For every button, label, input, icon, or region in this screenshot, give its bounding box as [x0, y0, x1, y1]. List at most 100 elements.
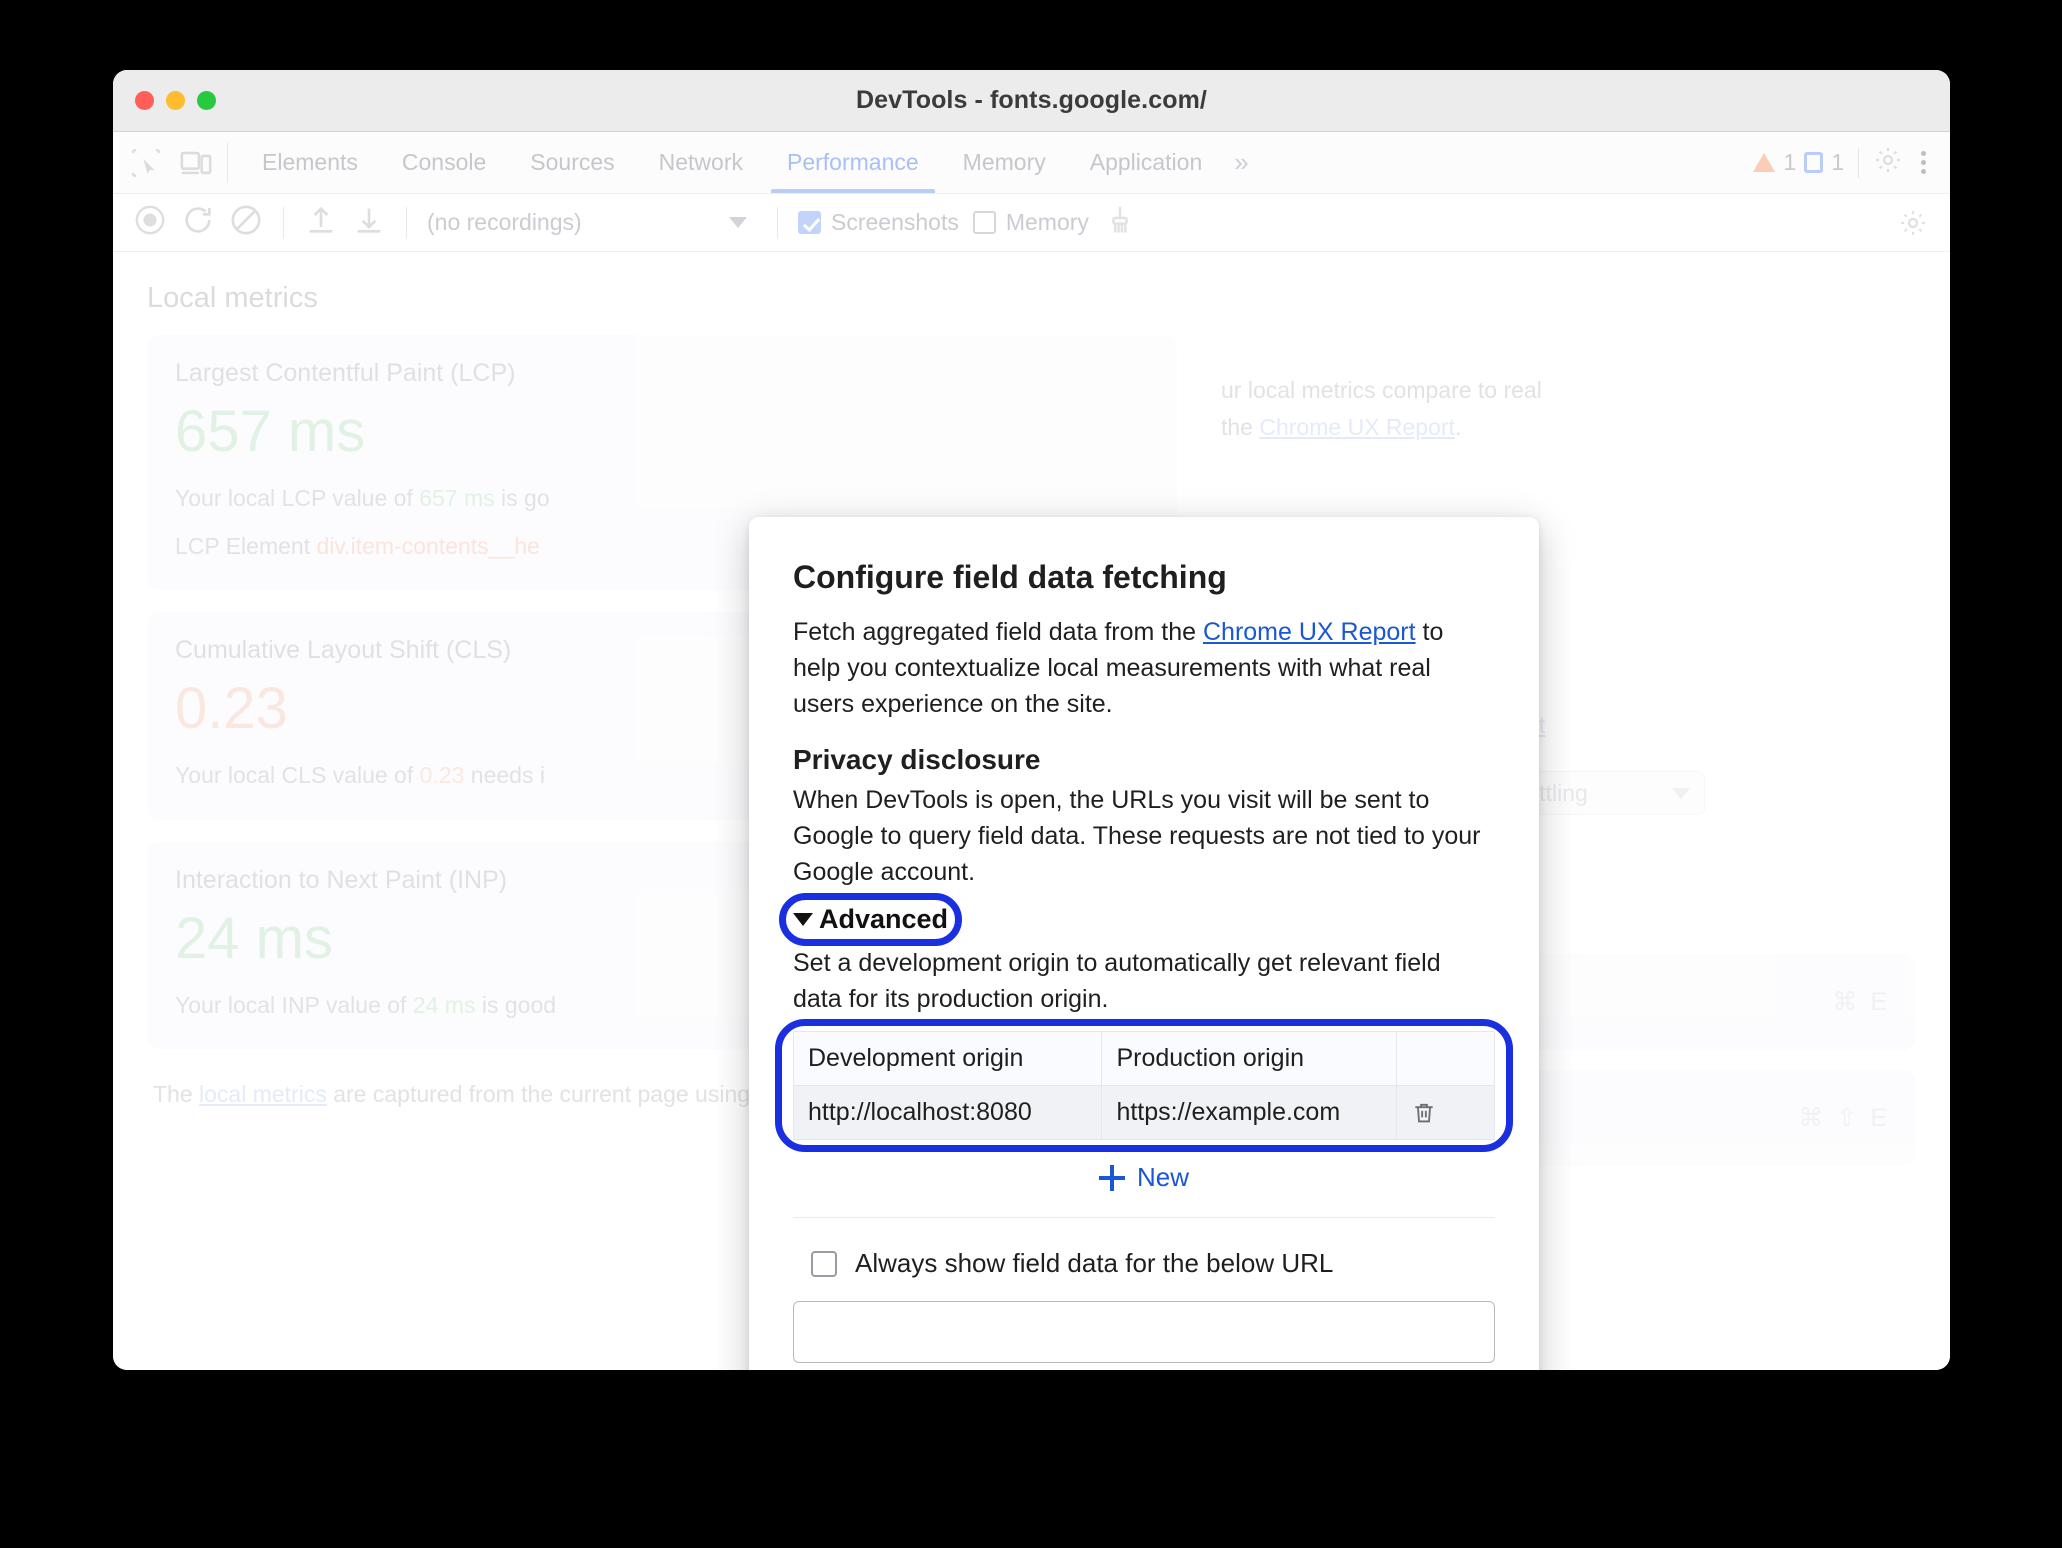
- new-button-label: New: [1136, 1162, 1189, 1192]
- window-title: DevTools - fonts.google.com/: [856, 86, 1207, 114]
- advanced-disclosure-toggle[interactable]: Advanced: [793, 904, 948, 935]
- metric-desc-suffix: is good: [475, 991, 557, 1018]
- tab-performance[interactable]: Performance: [765, 132, 941, 193]
- performance-recording-toolbar: (no recordings) Screenshots Memory: [113, 194, 1950, 252]
- metric-desc-suffix: needs i: [464, 762, 545, 789]
- record-action-shortcut: ⌘ E: [1832, 988, 1890, 1017]
- screenshots-label: Screenshots: [831, 209, 959, 235]
- chevron-down-icon: [793, 913, 813, 926]
- column-header-production-origin: Production origin: [1101, 1031, 1397, 1086]
- memory-checkbox[interactable]: Memory: [972, 209, 1089, 236]
- tab-network[interactable]: Network: [637, 132, 765, 193]
- checkbox-icon: [811, 1250, 837, 1277]
- zoom-window-button[interactable]: [197, 91, 216, 110]
- dialog-title: Configure field data fetching: [793, 559, 1227, 595]
- upload-profile-icon[interactable]: [304, 203, 338, 242]
- tab-console[interactable]: Console: [380, 132, 508, 193]
- performance-insights-content: Local metrics Largest Contentful Paint (…: [113, 252, 1950, 1370]
- field-data-line-2-suffix: .: [1454, 413, 1462, 440]
- message-counter[interactable]: 1: [1804, 149, 1844, 176]
- metric-desc-value: 0.23: [419, 762, 465, 789]
- recordings-dropdown-value: (no recordings): [427, 209, 582, 235]
- toolbar-divider: [406, 206, 407, 239]
- window-titlebar: DevTools - fonts.google.com/: [113, 70, 1950, 132]
- toolbar-divider: [777, 206, 778, 239]
- plus-icon: [1098, 1164, 1125, 1191]
- message-count: 1: [1831, 149, 1844, 175]
- origin-mappings-table: Development origin Production origin htt…: [792, 1031, 1496, 1140]
- field-data-line-2: the Chrome UX Report.: [1221, 409, 1916, 446]
- column-header-development-origin: Development origin: [792, 1031, 1103, 1086]
- lcp-element-value[interactable]: div.item-contents__he: [316, 533, 539, 559]
- tab-elements[interactable]: Elements: [240, 132, 380, 193]
- metric-desc-prefix: Your local LCP value of: [175, 484, 420, 511]
- warning-icon: [1753, 153, 1776, 172]
- dialog-action-bar: Cancel Ok: [793, 1363, 1495, 1370]
- tab-memory[interactable]: Memory: [941, 132, 1068, 193]
- tab-sources[interactable]: Sources: [508, 132, 636, 193]
- new-origin-mapping-button[interactable]: New: [793, 1140, 1495, 1203]
- close-window-button[interactable]: [135, 91, 154, 110]
- chrome-ux-report-link[interactable]: Chrome UX Report: [1259, 414, 1455, 440]
- column-header-actions: [1395, 1031, 1496, 1086]
- message-icon: [1804, 152, 1824, 173]
- metric-description: Your local LCP value of 657 ms is go: [175, 481, 1149, 517]
- cell-production-origin[interactable]: https://example.com: [1101, 1085, 1397, 1140]
- recordings-dropdown[interactable]: (no recordings): [427, 209, 757, 236]
- devtools-tool-icons: [113, 142, 228, 183]
- screenshots-checkbox[interactable]: Screenshots: [798, 209, 959, 236]
- devtools-tab-strip: Elements Console Sources Network Perform…: [113, 132, 1950, 194]
- record-and-reload-icon[interactable]: [181, 203, 215, 242]
- checkbox-icon: [798, 211, 821, 234]
- metric-desc-prefix: Your local INP value of: [175, 991, 413, 1018]
- collect-garbage-icon[interactable]: [1103, 203, 1137, 242]
- chevron-down-icon: [729, 217, 747, 228]
- footnote-prefix: The: [153, 1081, 200, 1108]
- gear-icon: [1901, 210, 1925, 235]
- more-options-icon[interactable]: [1911, 151, 1936, 174]
- always-show-field-data-checkbox[interactable]: Always show field data for the below URL: [793, 1244, 1495, 1301]
- metric-desc-value: 24 ms: [412, 991, 476, 1018]
- local-metrics-link[interactable]: local metrics: [199, 1081, 327, 1107]
- warning-count: 1: [1783, 149, 1797, 175]
- clear-icon[interactable]: [229, 203, 263, 242]
- warning-counter[interactable]: 1: [1753, 149, 1796, 176]
- toolbar-divider: [283, 206, 284, 239]
- origin-mappings-table-wrap: Development origin Production origin htt…: [775, 1019, 1513, 1152]
- tab-application[interactable]: Application: [1068, 132, 1225, 193]
- chrome-ux-report-link[interactable]: Chrome UX Report: [1203, 618, 1416, 646]
- table-header-row: Development origin Production origin: [792, 1031, 1496, 1086]
- metric-name: Largest Contentful Paint (LCP): [175, 359, 516, 387]
- devtools-status-area: 1 1: [1753, 132, 1936, 193]
- field-data-url-input[interactable]: [793, 1301, 1495, 1363]
- field-data-line-1: ur local metrics compare to real: [1221, 377, 1542, 403]
- record-icon[interactable]: [133, 203, 167, 242]
- trash-icon[interactable]: [1411, 1099, 1480, 1127]
- metric-desc-value: 657 ms: [419, 484, 495, 511]
- window-traffic-lights: [135, 91, 216, 110]
- capture-settings-button[interactable]: [1898, 208, 1928, 238]
- checkbox-icon: [972, 211, 996, 234]
- devtools-window: DevTools - fonts.google.com/ Elements Co…: [113, 70, 1950, 1370]
- lcp-element-label: LCP Element: [175, 532, 311, 559]
- table-row[interactable]: http://localhost:8080 https://example.co…: [792, 1085, 1496, 1140]
- metric-desc-prefix: Your local CLS value of: [175, 762, 420, 789]
- chevron-down-icon: [1672, 787, 1691, 799]
- configure-field-data-dialog: Configure field data fetching Fetch aggr…: [749, 517, 1539, 1370]
- device-toolbar-icon[interactable]: [179, 146, 213, 180]
- inspect-element-icon[interactable]: [129, 146, 163, 180]
- dialog-intro-prefix: Fetch aggregated field data from the: [793, 618, 1203, 646]
- download-profile-icon[interactable]: [352, 203, 386, 242]
- advanced-body-text: Set a development origin to automaticall…: [793, 949, 1441, 1013]
- gear-icon[interactable]: [1873, 145, 1903, 180]
- toolbar-divider: [1858, 147, 1859, 178]
- memory-label: Memory: [1005, 209, 1089, 235]
- advanced-label: Advanced: [819, 904, 949, 934]
- cell-development-origin[interactable]: http://localhost:8080: [792, 1085, 1103, 1140]
- minimize-window-button[interactable]: [166, 91, 185, 110]
- privacy-disclosure-body: When DevTools is open, the URLs you visi…: [793, 786, 1481, 886]
- more-tabs-icon[interactable]: »: [1224, 147, 1258, 178]
- cell-delete-action[interactable]: [1395, 1085, 1496, 1140]
- local-metrics-title: Local metrics: [147, 282, 318, 314]
- metric-value: 657 ms: [175, 399, 366, 464]
